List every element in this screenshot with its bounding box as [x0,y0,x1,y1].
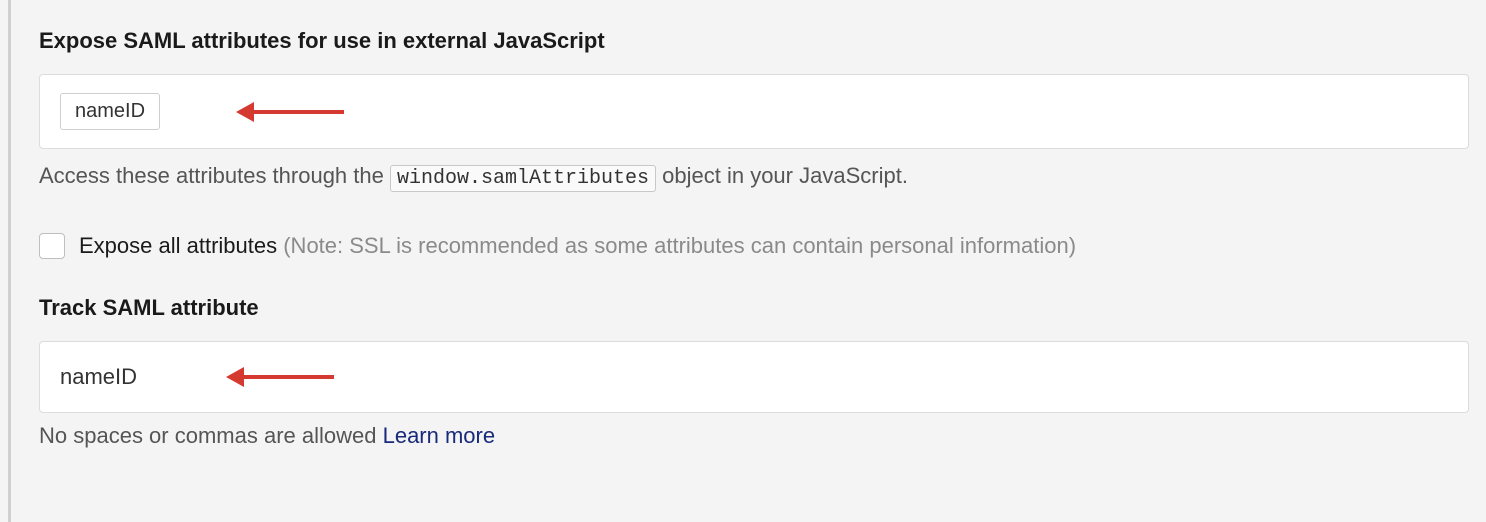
helper-suffix: object in your JavaScript. [656,163,908,188]
expose-attributes-input[interactable]: nameID [39,74,1469,149]
annotation-arrow-icon [226,367,334,387]
expose-all-label-wrap: Expose all attributes (Note: SSL is reco… [79,233,1076,259]
track-attribute-input[interactable]: nameID [39,341,1469,413]
saml-settings-panel: Expose SAML attributes for use in extern… [8,0,1486,522]
track-attribute-value: nameID [60,364,137,389]
annotation-arrow-icon [236,102,344,122]
track-helper-text: No spaces or commas are allowed Learn mo… [39,423,1486,449]
expose-all-note: (Note: SSL is recommended as some attrib… [283,233,1076,258]
expose-all-checkbox[interactable] [39,233,65,259]
expose-helper-text: Access these attributes through the wind… [39,161,1486,193]
helper-prefix: Access these attributes through the [39,163,390,188]
track-helper-prefix: No spaces or commas are allowed [39,423,383,448]
attribute-token[interactable]: nameID [60,93,160,130]
expose-saml-heading: Expose SAML attributes for use in extern… [39,28,1486,54]
track-saml-heading: Track SAML attribute [39,295,1486,321]
code-snippet: window.samlAttributes [390,165,656,192]
learn-more-link[interactable]: Learn more [383,423,496,448]
expose-all-row: Expose all attributes (Note: SSL is reco… [39,233,1486,259]
expose-all-label[interactable]: Expose all attributes [79,233,283,258]
